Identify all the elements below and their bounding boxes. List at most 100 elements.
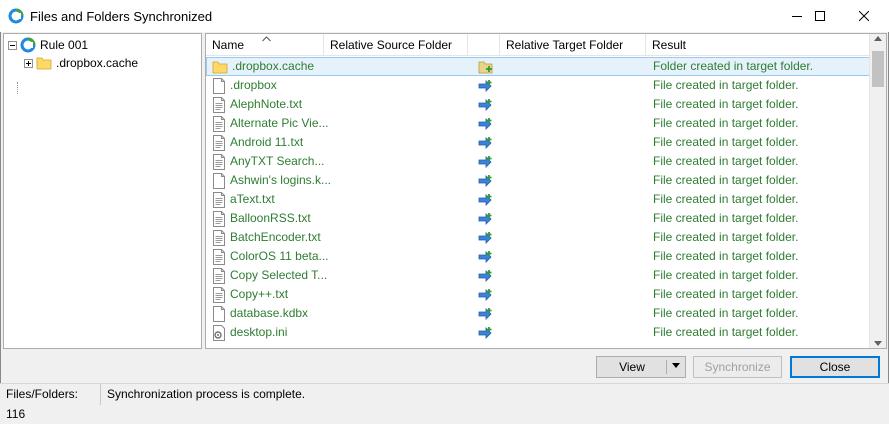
- settings-file-icon: [212, 324, 226, 341]
- row-name: desktop.ini: [230, 325, 288, 339]
- status-count: Files/Folders: 116: [0, 384, 101, 421]
- column-header-target[interactable]: Relative Target Folder: [500, 34, 646, 56]
- row-name-cell: database.kdbx: [212, 304, 330, 323]
- row-name: .dropbox: [230, 78, 277, 92]
- scroll-thumb[interactable]: [872, 51, 884, 87]
- text-file-icon: [212, 229, 226, 246]
- table-row[interactable]: Copy++.txt File created in target folder.: [206, 285, 870, 304]
- row-name-cell: BalloonRSS.txt: [212, 209, 330, 228]
- table-row[interactable]: database.kdbx File created in target fold…: [206, 304, 870, 323]
- table-row[interactable]: Android 11.txt File created in target fol…: [206, 133, 870, 152]
- row-result: File created in target folder.: [653, 97, 799, 111]
- copy-arrow-icon: [476, 133, 496, 152]
- scroll-down-icon[interactable]: [874, 341, 882, 346]
- rule-tree[interactable]: Rule 001 .dropbox.cache: [3, 33, 202, 349]
- copy-arrow-icon: [476, 247, 496, 266]
- window-border-left: [0, 0, 1, 405]
- copy-arrow-icon: [476, 323, 496, 342]
- row-name: aText.txt: [230, 192, 275, 206]
- column-header-action[interactable]: [468, 34, 500, 56]
- row-name-cell: Copy Selected T...: [212, 266, 330, 285]
- file-icon: [212, 172, 226, 189]
- row-name: Copy Selected T...: [230, 268, 328, 282]
- row-name: ColorOS 11 beta...: [230, 249, 329, 263]
- row-result: File created in target folder.: [653, 287, 799, 301]
- row-name: BalloonRSS.txt: [230, 211, 311, 225]
- dropdown-separator: [666, 360, 667, 374]
- folder-icon: [212, 59, 228, 75]
- row-result: File created in target folder.: [653, 135, 799, 149]
- tree-item-label: .dropbox.cache: [56, 56, 139, 70]
- column-header-source[interactable]: Relative Source Folder: [324, 34, 468, 56]
- column-header-label: Name: [212, 38, 245, 52]
- copy-arrow-icon: [476, 76, 496, 95]
- table-row[interactable]: ColorOS 11 beta... File created in target…: [206, 247, 870, 266]
- column-header-result[interactable]: Result: [646, 34, 870, 56]
- text-file-icon: [212, 210, 226, 227]
- table-row[interactable]: BalloonRSS.txt File created in target fol…: [206, 209, 870, 228]
- folder-icon: [36, 57, 52, 70]
- table-row[interactable]: Alternate Pic Vie... File created in targ…: [206, 114, 870, 133]
- copy-arrow-icon: [476, 171, 496, 190]
- copy-arrow-icon: [476, 266, 496, 285]
- column-header-label: Result: [652, 38, 687, 52]
- vertical-scrollbar[interactable]: [869, 34, 886, 348]
- row-result: Folder created in target folder.: [653, 59, 814, 73]
- row-name-cell: BatchEncoder.txt: [212, 228, 330, 247]
- text-file-icon: [212, 267, 226, 284]
- table-row[interactable]: Ashwin's logins.k... File created in targ…: [206, 171, 870, 190]
- text-file-icon: [212, 115, 226, 132]
- collapse-icon[interactable]: [8, 40, 17, 50]
- app-icon: [8, 8, 24, 24]
- column-header-label: Relative Source Folder: [330, 38, 453, 52]
- expand-icon[interactable]: [24, 58, 33, 68]
- tree-item-label: Rule 001: [40, 38, 89, 52]
- maximize-button[interactable]: [797, 0, 843, 32]
- tree-item-rule[interactable]: Rule 001: [8, 36, 88, 54]
- table-row[interactable]: AlephNote.txt File created in target fold…: [206, 95, 870, 114]
- row-name-cell: aText.txt: [212, 190, 330, 209]
- status-bar: Files/Folders: 116 Synchronization proce…: [0, 383, 889, 421]
- table-row[interactable]: desktop.ini File created in target folder…: [206, 323, 870, 342]
- synchronize-button[interactable]: Synchronize: [693, 356, 782, 378]
- synchronize-button-label: Synchronize: [704, 360, 771, 374]
- row-name: .dropbox.cache: [232, 59, 315, 73]
- row-name-cell: .dropbox.cache: [212, 57, 330, 76]
- results-list[interactable]: Name Relative Source Folder Relative Tar…: [205, 33, 887, 349]
- close-window-button[interactable]: [841, 0, 887, 32]
- table-row[interactable]: BatchEncoder.txt File created in target f…: [206, 228, 870, 247]
- table-row[interactable]: Copy Selected T... File created in target…: [206, 266, 870, 285]
- table-row[interactable]: .dropbox.cache Folder created in target f…: [206, 57, 870, 76]
- row-name: Alternate Pic Vie...: [230, 116, 329, 130]
- row-name: AnyTXT Search...: [230, 154, 325, 168]
- copy-arrow-icon: [476, 228, 496, 247]
- row-name-cell: Ashwin's logins.k...: [212, 171, 330, 190]
- row-name-cell: AlephNote.txt: [212, 95, 330, 114]
- title-bar: Files and Folders Synchronized: [0, 0, 889, 32]
- copy-arrow-icon: [476, 95, 496, 114]
- row-result: File created in target folder.: [653, 249, 799, 263]
- file-icon: [212, 77, 226, 94]
- view-button[interactable]: View: [596, 356, 686, 378]
- sort-ascending-icon: [262, 36, 271, 42]
- row-name: Ashwin's logins.k...: [230, 173, 330, 187]
- row-name-cell: Android 11.txt: [212, 133, 330, 152]
- scroll-up-icon[interactable]: [874, 36, 882, 41]
- tree-connector: [17, 82, 18, 94]
- row-result: File created in target folder.: [653, 154, 799, 168]
- maximize-icon: [815, 11, 825, 21]
- table-row[interactable]: aText.txt File created in target folder.: [206, 190, 870, 209]
- row-result: File created in target folder.: [653, 306, 799, 320]
- text-file-icon: [212, 96, 226, 113]
- close-button[interactable]: Close: [790, 356, 880, 378]
- table-row[interactable]: AnyTXT Search... File created in target f…: [206, 152, 870, 171]
- tree-item-dropbox-cache[interactable]: .dropbox.cache: [24, 54, 138, 72]
- column-header-name[interactable]: Name: [206, 34, 324, 56]
- table-row[interactable]: .dropbox File created in target folder.: [206, 76, 870, 95]
- close-button-label: Close: [819, 360, 851, 374]
- text-file-icon: [212, 191, 226, 208]
- row-name-cell: ColorOS 11 beta...: [212, 247, 330, 266]
- window-title: Files and Folders Synchronized: [30, 8, 213, 24]
- row-result: File created in target folder.: [653, 78, 799, 92]
- copy-arrow-icon: [476, 285, 496, 304]
